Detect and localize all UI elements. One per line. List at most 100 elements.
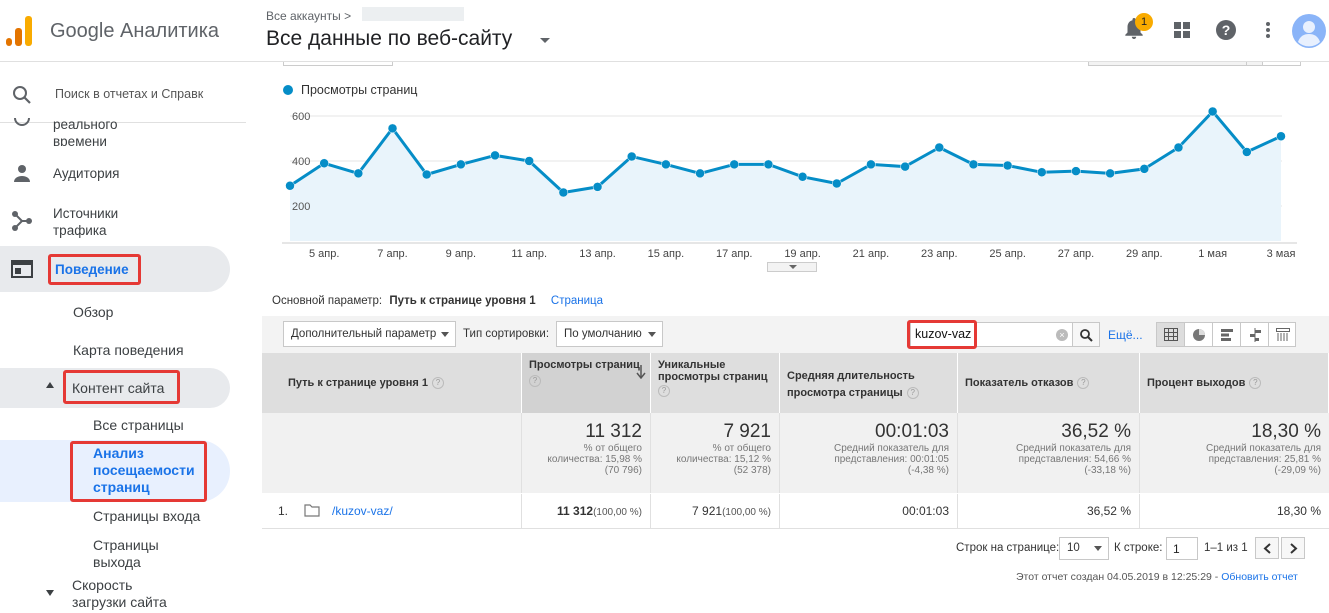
- data-point[interactable]: [1276, 131, 1286, 141]
- comparison-icon: [1250, 328, 1261, 342]
- help-icon[interactable]: ?: [1077, 377, 1090, 390]
- help-icon[interactable]: ?: [529, 375, 541, 387]
- secondary-dimension-select[interactable]: Дополнительный параметр: [283, 321, 456, 347]
- data-point[interactable]: [729, 159, 739, 170]
- search-icon: [1080, 329, 1093, 342]
- data-point[interactable]: [968, 159, 979, 170]
- performance-view-button[interactable]: [1213, 323, 1241, 346]
- legend-dot: [283, 85, 293, 95]
- data-point[interactable]: [1002, 160, 1013, 171]
- data-point[interactable]: [285, 181, 295, 191]
- help-icon[interactable]: ?: [1249, 377, 1262, 390]
- sidebar-search-input[interactable]: Поиск в отчетах и Справк: [55, 86, 203, 103]
- breadcrumb[interactable]: Все аккаунты >: [266, 9, 351, 23]
- table-row: 1. /kuzov-vaz/: [262, 494, 522, 529]
- data-point[interactable]: [456, 159, 466, 170]
- data-point[interactable]: [900, 161, 910, 172]
- goto-row-label: К строке:: [1114, 542, 1163, 554]
- data-point[interactable]: [490, 150, 500, 161]
- comparison-view-button[interactable]: [1241, 323, 1269, 346]
- data-point[interactable]: [832, 178, 842, 189]
- clear-icon[interactable]: ×: [1056, 329, 1068, 341]
- search-icon[interactable]: [11, 84, 33, 106]
- sort-arrow-icon: [636, 365, 646, 379]
- product-name: Google Аналитика: [50, 20, 220, 42]
- y-tick-label: 600: [292, 111, 310, 123]
- column-header-pageviews[interactable]: Просмотры страниц ?: [522, 353, 651, 413]
- folder-icon[interactable]: [304, 504, 320, 517]
- data-point[interactable]: [1173, 142, 1184, 153]
- row-path-link[interactable]: /kuzov-vaz/: [332, 504, 393, 518]
- data-point[interactable]: [661, 159, 671, 170]
- analytics-logo-icon[interactable]: [6, 16, 34, 46]
- dimension-link-page[interactable]: Страница: [551, 295, 603, 307]
- prev-page-button[interactable]: [1255, 537, 1279, 559]
- column-header-dimension[interactable]: Путь к странице уровня 1?: [262, 353, 522, 413]
- help-icon[interactable]: ?: [432, 377, 445, 390]
- data-point[interactable]: [524, 156, 534, 166]
- data-point[interactable]: [1207, 106, 1218, 117]
- sidebar-item-exit-pages[interactable]: Страницы выхода: [93, 537, 159, 571]
- refresh-report-link[interactable]: Обновить отчет: [1221, 571, 1298, 583]
- sidebar-item-audience[interactable]: Аудитория: [53, 165, 119, 182]
- data-point[interactable]: [797, 172, 808, 182]
- data-point[interactable]: [558, 187, 569, 198]
- apps-grid-icon[interactable]: [1168, 16, 1196, 44]
- line-chart[interactable]: 600 400 200 5 апр. 7 апр. 9 апр. 11 апр. 13 ап…: [262, 100, 1322, 270]
- rows-per-page-select[interactable]: 10: [1059, 537, 1109, 560]
- data-point[interactable]: [695, 168, 705, 179]
- data-point[interactable]: [1071, 166, 1081, 176]
- data-point[interactable]: [1139, 164, 1150, 174]
- sort-select[interactable]: По умолчанию: [556, 321, 663, 347]
- column-header-exit[interactable]: Процент выходов?: [1140, 353, 1329, 413]
- help-icon[interactable]: ?: [906, 387, 919, 400]
- date-control-partial[interactable]: [283, 62, 393, 66]
- data-point[interactable]: [1105, 168, 1115, 179]
- more-options-link[interactable]: Ещё...: [1108, 328, 1143, 342]
- sidebar-item-overview[interactable]: Обзор: [73, 304, 113, 321]
- data-point[interactable]: [866, 159, 876, 170]
- sort-label: Тип сортировки:: [463, 328, 550, 340]
- bar-list-icon: [1221, 329, 1233, 341]
- divider: [0, 122, 246, 123]
- help-icon[interactable]: ?: [1212, 16, 1240, 44]
- goto-row-input[interactable]: 1: [1166, 537, 1198, 560]
- x-tick-label: 27 апр.: [1058, 248, 1095, 260]
- search-button[interactable]: [1072, 322, 1100, 347]
- chart-type-toggle-partial[interactable]: [1088, 62, 1263, 66]
- chart-option-partial[interactable]: [1246, 62, 1301, 66]
- sidebar-item-acquisition[interactable]: Источники трафика: [53, 205, 118, 239]
- sidebar-item-landing-pages[interactable]: Страницы входа: [93, 508, 200, 525]
- sidebar-item-realtime[interactable]: реального времени: [53, 116, 118, 146]
- svg-text:?: ?: [1222, 22, 1231, 38]
- chevron-down-icon[interactable]: [540, 38, 550, 43]
- data-point[interactable]: [934, 142, 945, 153]
- data-point[interactable]: [353, 168, 364, 179]
- data-point[interactable]: [319, 158, 329, 168]
- help-icon[interactable]: ?: [658, 385, 670, 397]
- more-vert-icon[interactable]: [1254, 16, 1282, 44]
- sidebar-item-site-speed[interactable]: Скорость загрузки сайта: [72, 577, 167, 611]
- data-point[interactable]: [387, 123, 398, 134]
- caret-up-icon[interactable]: [46, 382, 54, 388]
- next-page-button[interactable]: [1281, 537, 1305, 559]
- data-point[interactable]: [421, 169, 432, 180]
- pivot-view-button[interactable]: [1269, 323, 1297, 346]
- data-point[interactable]: [592, 182, 603, 192]
- data-point[interactable]: [763, 159, 774, 170]
- data-point[interactable]: [1037, 167, 1047, 177]
- column-header-unique[interactable]: Уникальные просмотры страниц?: [651, 353, 780, 413]
- sidebar-item-all-pages[interactable]: Все страницы: [93, 417, 184, 434]
- pie-view-button[interactable]: [1185, 323, 1213, 346]
- view-selector[interactable]: Все данные по веб-сайту: [266, 27, 512, 51]
- sidebar-item-behavior-flow[interactable]: Карта поведения: [73, 342, 184, 359]
- column-header-avg-time[interactable]: Средняя длительность просмотра страницы?: [780, 353, 958, 413]
- x-tick-label: 19 апр.: [784, 248, 821, 260]
- column-header-bounce[interactable]: Показатель отказов?: [958, 353, 1140, 413]
- caret-down-icon[interactable]: [46, 590, 54, 596]
- table-view-button[interactable]: [1157, 323, 1185, 346]
- data-point[interactable]: [1242, 147, 1252, 157]
- data-point[interactable]: [626, 151, 637, 162]
- chart-resize-handle[interactable]: [767, 262, 817, 272]
- avatar[interactable]: [1292, 14, 1326, 48]
